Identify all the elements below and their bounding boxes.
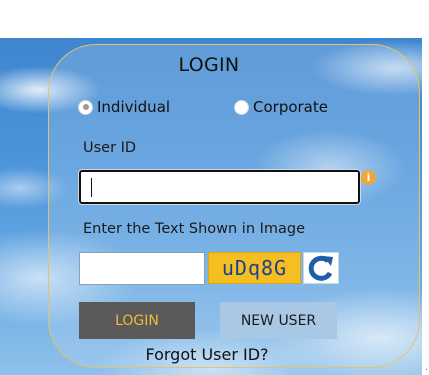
radio-individual-label: Individual: [97, 98, 171, 116]
captcha-input[interactable]: [79, 252, 205, 285]
radio-individual[interactable]: Individual: [78, 98, 170, 116]
stray-dot: .: [425, 363, 428, 373]
captcha-image: uDq8G: [208, 252, 301, 284]
captcha-label: Enter the Text Shown in Image: [83, 221, 306, 237]
text-caret: [91, 178, 92, 197]
new-user-button[interactable]: NEW USER: [220, 302, 337, 339]
radio-individual-dot[interactable]: [78, 99, 93, 115]
user-id-input[interactable]: [78, 169, 361, 205]
refresh-icon: [308, 255, 333, 281]
login-button[interactable]: LOGIN: [79, 302, 195, 339]
login-title: LOGIN: [178, 54, 240, 76]
user-id-label: User ID: [83, 140, 137, 156]
info-icon[interactable]: i: [361, 170, 376, 185]
radio-corporate-dot[interactable]: [234, 99, 249, 115]
refresh-captcha-button[interactable]: [303, 252, 339, 284]
page: LOGIN Individual Corporate User ID i Ent…: [0, 0, 429, 375]
radio-corporate-label: Corporate: [253, 98, 328, 116]
forgot-user-id-link[interactable]: Forgot User ID?: [0, 345, 414, 364]
radio-corporate[interactable]: Corporate: [234, 98, 328, 116]
